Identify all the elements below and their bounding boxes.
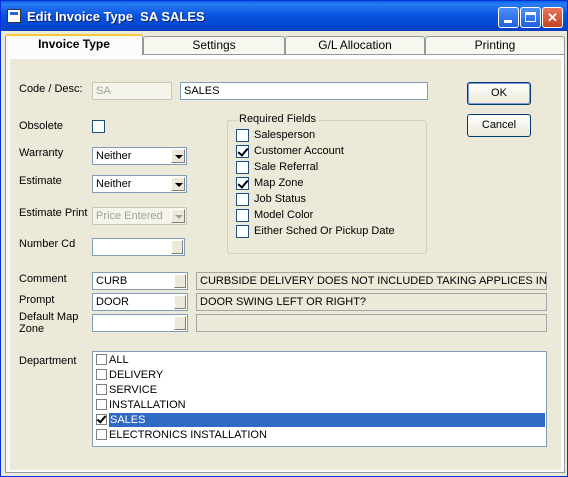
comment-code-field[interactable]: CURB — [92, 272, 188, 290]
chevron-down-icon[interactable] — [171, 149, 185, 163]
required-field-checkbox[interactable] — [236, 177, 249, 190]
warranty-value: Neither — [96, 150, 132, 162]
prompt-text-field: DOOR SWING LEFT OR RIGHT? — [196, 293, 547, 311]
maximize-button[interactable] — [520, 7, 541, 28]
estimate-print-select[interactable]: Price Entered — [92, 207, 187, 225]
tab-panel: Code / Desc: SA SALES Obsolete Warranty … — [5, 54, 565, 473]
tab-strip: Invoice Type Settings G/L Allocation Pri… — [5, 34, 565, 55]
lookup-button[interactable] — [174, 316, 186, 330]
required-field-label: Salesperson — [254, 129, 316, 141]
edit-invoice-type-window: Edit Invoice Type SA SALES ✕ Invoice Typ… — [0, 0, 568, 477]
tab-settings[interactable]: Settings — [143, 36, 285, 54]
default-map-zone-label-line1: Default Map — [19, 311, 79, 323]
required-field-checkbox[interactable] — [236, 161, 249, 174]
prompt-code-value: DOOR — [96, 296, 129, 308]
code-field[interactable]: SA — [92, 82, 172, 100]
department-checkbox[interactable] — [96, 414, 107, 425]
required-field-checkbox[interactable] — [236, 209, 249, 222]
default-map-zone-desc-field — [196, 314, 547, 332]
chevron-down-icon[interactable] — [171, 177, 185, 191]
department-list-item[interactable]: ALL — [94, 353, 545, 368]
app-icon — [7, 9, 21, 23]
description-field[interactable]: SALES — [180, 82, 428, 100]
required-field-label: Job Status — [254, 193, 306, 205]
required-field-label: Model Color — [254, 209, 314, 221]
department-label: SERVICE — [109, 384, 158, 396]
close-button[interactable]: ✕ — [542, 7, 563, 28]
department-list-item[interactable]: INSTALLATION — [94, 398, 545, 413]
code-desc-label: Code / Desc: — [19, 83, 83, 95]
ok-button[interactable]: OK — [467, 82, 531, 105]
department-label: ALL — [109, 354, 129, 366]
department-checkbox[interactable] — [96, 399, 107, 410]
tab-printing[interactable]: Printing — [425, 36, 565, 54]
comment-code-value: CURB — [96, 275, 128, 287]
department-list-item[interactable]: DELIVERY — [94, 368, 545, 383]
department-list-item[interactable]: SERVICE — [94, 383, 545, 398]
obsolete-label: Obsolete — [19, 120, 64, 132]
comment-text-field: CURBSIDE DELIVERY DOES NOT INCLUDED TAKI… — [196, 272, 547, 290]
close-icon: ✕ — [547, 10, 558, 25]
estimate-label: Estimate — [19, 175, 62, 187]
lookup-button[interactable] — [174, 295, 186, 309]
warranty-label: Warranty — [19, 147, 64, 159]
warranty-select[interactable]: Neither — [92, 147, 187, 165]
tab-gl-allocation[interactable]: G/L Allocation — [285, 36, 425, 54]
department-checkbox[interactable] — [96, 384, 107, 395]
obsolete-checkbox[interactable] — [92, 120, 105, 133]
number-cd-label: Number Cd — [19, 238, 76, 250]
required-field-label: Sale Referral — [254, 161, 319, 173]
department-checkbox[interactable] — [96, 354, 107, 365]
required-field-checkbox[interactable] — [236, 145, 249, 158]
maximize-icon — [525, 12, 536, 22]
window-title: Edit Invoice Type SA SALES — [27, 9, 205, 24]
tab-invoice-type[interactable]: Invoice Type — [5, 34, 143, 55]
prompt-label: Prompt — [19, 294, 55, 306]
estimate-select[interactable]: Neither — [92, 175, 187, 193]
department-label: ELECTRONICS INSTALLATION — [109, 429, 267, 441]
estimate-print-label: Estimate Print — [19, 207, 88, 219]
invoice-type-form: Code / Desc: SA SALES Obsolete Warranty … — [10, 59, 561, 470]
department-list-item[interactable]: SALES — [94, 413, 545, 428]
required-field-checkbox[interactable] — [236, 129, 249, 142]
department-label: SALES — [109, 413, 545, 427]
estimate-print-value: Price Entered — [96, 210, 163, 222]
required-field-label: Customer Account — [254, 145, 344, 157]
department-label: INSTALLATION — [109, 399, 186, 411]
required-fields-title: Required Fields — [237, 113, 319, 125]
department-checkbox[interactable] — [96, 429, 107, 440]
minimize-button[interactable] — [498, 7, 519, 28]
required-field-label: Either Sched Or Pickup Date — [254, 225, 395, 237]
comment-label: Comment — [19, 273, 67, 285]
department-listbox[interactable]: ALL DELIVERY SERVICE INSTALLATION SALES ELECT… — [92, 351, 547, 447]
required-field-label: Map Zone — [254, 177, 304, 189]
default-map-zone-label: Default Map Zone — [19, 311, 78, 335]
title-bar[interactable]: Edit Invoice Type SA SALES ✕ — [1, 1, 567, 31]
estimate-value: Neither — [96, 178, 132, 190]
prompt-code-field[interactable]: DOOR — [92, 293, 188, 311]
default-map-zone-field[interactable] — [92, 314, 188, 332]
department-list-item[interactable]: ELECTRONICS INSTALLATION — [94, 428, 545, 443]
department-label: Department — [19, 355, 77, 367]
required-field-checkbox[interactable] — [236, 193, 249, 206]
default-map-zone-label-line2: Zone — [19, 323, 45, 335]
number-cd-field[interactable] — [92, 238, 185, 256]
lookup-button[interactable] — [174, 274, 186, 288]
department-checkbox[interactable] — [96, 369, 107, 380]
chevron-down-icon — [171, 209, 185, 223]
required-field-checkbox[interactable] — [236, 225, 249, 238]
department-label: DELIVERY — [109, 369, 164, 381]
lookup-button[interactable] — [171, 240, 183, 254]
cancel-button[interactable]: Cancel — [467, 114, 531, 137]
minimize-icon — [504, 20, 512, 23]
